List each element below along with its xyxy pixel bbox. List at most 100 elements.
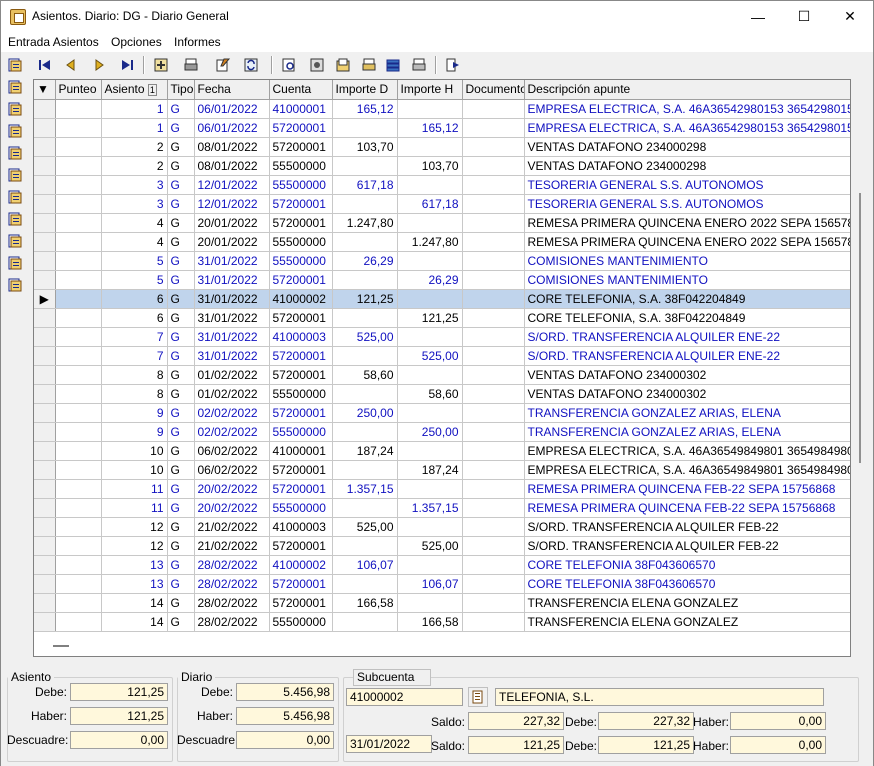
cell-punteo[interactable] <box>55 365 102 385</box>
row-indicator[interactable] <box>34 232 56 252</box>
cell-d[interactable] <box>332 460 398 480</box>
row-indicator[interactable] <box>34 213 56 233</box>
header-asiento[interactable]: Asiento 1 <box>101 80 168 100</box>
cell-doc[interactable] <box>462 213 525 233</box>
cell-tipo[interactable]: G <box>167 308 195 328</box>
cell-tipo[interactable]: G <box>167 612 195 632</box>
cell-asiento[interactable]: 5 <box>101 251 168 271</box>
table-row[interactable]: 11 G 20/02/2022 57200001 1.357,15 REMESA PRIM… <box>34 479 850 499</box>
table-row[interactable]: 7 G 31/01/2022 41000003 525,00 S/ORD. TRANSFE… <box>34 327 850 347</box>
cell-d[interactable]: 525,00 <box>332 517 398 537</box>
cell-d[interactable] <box>332 270 398 290</box>
cell-cuenta[interactable]: 57200001 <box>269 460 333 480</box>
header-fecha[interactable]: Fecha <box>194 80 270 100</box>
table-row[interactable]: 12 G 21/02/2022 57200001 525,00 S/ORD. TRANSF… <box>34 536 850 556</box>
cell-fecha[interactable]: 20/01/2022 <box>194 232 270 252</box>
cell-d[interactable]: 617,18 <box>332 175 398 195</box>
cell-doc[interactable] <box>462 156 525 176</box>
cell-doc[interactable] <box>462 308 525 328</box>
cell-doc[interactable] <box>462 137 525 157</box>
cell-desc[interactable]: TRANSFERENCIA GONZALEZ ARIAS, ELENA <box>524 403 850 423</box>
cell-h[interactable] <box>397 251 463 271</box>
table-row[interactable]: 10 G 06/02/2022 41000001 187,24 EMPRESA ELECT… <box>34 441 850 461</box>
cell-desc[interactable]: S/ORD. TRANSFERENCIA ALQUILER ENE-22 <box>524 346 850 366</box>
vertical-scrollbar[interactable] <box>859 193 861 463</box>
cell-d[interactable] <box>332 156 398 176</box>
cell-desc[interactable]: TESORERIA GENERAL S.S. AUTONOMOS <box>524 194 850 214</box>
cell-desc[interactable]: S/ORD. TRANSFERENCIA ALQUILER ENE-22 <box>524 327 850 347</box>
cell-fecha[interactable]: 31/01/2022 <box>194 270 270 290</box>
prev-record-button[interactable] <box>61 55 81 75</box>
cell-d[interactable] <box>332 308 398 328</box>
cell-fecha[interactable]: 28/02/2022 <box>194 574 270 594</box>
cell-asiento[interactable]: 14 <box>101 593 168 613</box>
cell-doc[interactable] <box>462 327 525 347</box>
row-indicator[interactable] <box>34 194 56 214</box>
cell-doc[interactable] <box>462 612 525 632</box>
menu-entrada-asientos[interactable]: Entrada Asientos <box>8 35 99 49</box>
cell-punteo[interactable] <box>55 289 102 309</box>
cell-tipo[interactable]: G <box>167 441 195 461</box>
cell-tipo[interactable]: G <box>167 422 195 442</box>
cell-cuenta[interactable]: 57200001 <box>269 118 333 138</box>
cell-h[interactable] <box>397 99 463 119</box>
cell-punteo[interactable] <box>55 213 102 233</box>
cell-fecha[interactable]: 12/01/2022 <box>194 175 270 195</box>
row-indicator[interactable] <box>34 99 56 119</box>
cell-cuenta[interactable]: 41000003 <box>269 327 333 347</box>
cell-doc[interactable] <box>462 194 525 214</box>
cell-tipo[interactable]: G <box>167 327 195 347</box>
cell-doc[interactable] <box>462 270 525 290</box>
header-cuenta[interactable]: Cuenta <box>269 80 333 100</box>
cell-h[interactable] <box>397 327 463 347</box>
cell-tipo[interactable]: G <box>167 251 195 271</box>
side-button-5[interactable] <box>7 145 23 161</box>
table-row[interactable]: 8 G 01/02/2022 55500000 58,60 VENTAS DATAFONO… <box>34 384 850 404</box>
cell-asiento[interactable]: 13 <box>101 574 168 594</box>
cell-doc[interactable] <box>462 289 525 309</box>
cell-fecha[interactable]: 21/02/2022 <box>194 536 270 556</box>
table-row[interactable]: 2 G 08/01/2022 55500000 103,70 VENTAS DATAFON… <box>34 156 850 176</box>
table-row[interactable]: 6 G 31/01/2022 57200001 121,25 CORE TELEFONIA… <box>34 308 850 328</box>
row-indicator[interactable] <box>34 612 56 632</box>
cell-doc[interactable] <box>462 460 525 480</box>
cell-cuenta[interactable]: 57200001 <box>269 574 333 594</box>
cell-asiento[interactable]: 6 <box>101 308 168 328</box>
cell-d[interactable]: 26,29 <box>332 251 398 271</box>
menu-informes[interactable]: Informes <box>174 35 221 49</box>
cell-h[interactable] <box>397 441 463 461</box>
cell-asiento[interactable]: 9 <box>101 422 168 442</box>
cell-punteo[interactable] <box>55 593 102 613</box>
row-indicator[interactable] <box>34 517 56 537</box>
cell-tipo[interactable]: G <box>167 175 195 195</box>
cell-punteo[interactable] <box>55 498 102 518</box>
cell-h[interactable] <box>397 213 463 233</box>
cell-h[interactable]: 165,12 <box>397 118 463 138</box>
cell-asiento[interactable]: 11 <box>101 479 168 499</box>
cell-d[interactable] <box>332 194 398 214</box>
cell-doc[interactable] <box>462 403 525 423</box>
table-row[interactable]: 4 G 20/01/2022 55500000 1.247,80 REMESA PRIME… <box>34 232 850 252</box>
row-indicator[interactable] <box>34 156 56 176</box>
row-indicator[interactable] <box>34 175 56 195</box>
row-indicator[interactable] <box>34 403 56 423</box>
cell-h[interactable]: 525,00 <box>397 536 463 556</box>
new-entry-button[interactable] <box>151 55 171 75</box>
cell-punteo[interactable] <box>55 384 102 404</box>
cell-d[interactable] <box>332 574 398 594</box>
cell-doc[interactable] <box>462 498 525 518</box>
cell-asiento[interactable]: 10 <box>101 441 168 461</box>
cell-punteo[interactable] <box>55 99 102 119</box>
cell-punteo[interactable] <box>55 574 102 594</box>
table-row[interactable]: 10 G 06/02/2022 57200001 187,24 EMPRESA ELECT… <box>34 460 850 480</box>
cell-fecha[interactable]: 02/02/2022 <box>194 403 270 423</box>
cell-tipo[interactable]: G <box>167 593 195 613</box>
cell-d[interactable]: 121,25 <box>332 289 398 309</box>
cell-fecha[interactable]: 06/01/2022 <box>194 118 270 138</box>
cell-cuenta[interactable]: 55500000 <box>269 422 333 442</box>
cell-tipo[interactable]: G <box>167 479 195 499</box>
row-indicator[interactable] <box>34 441 56 461</box>
cell-d[interactable]: 187,24 <box>332 441 398 461</box>
cell-punteo[interactable] <box>55 479 102 499</box>
cell-d[interactable]: 103,70 <box>332 137 398 157</box>
